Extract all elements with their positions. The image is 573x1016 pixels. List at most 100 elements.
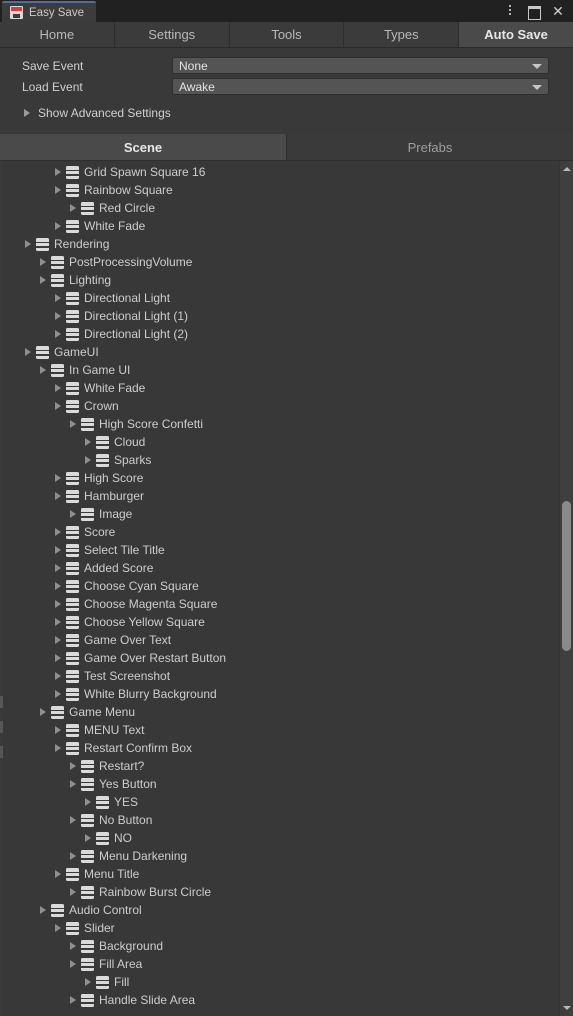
tree-row[interactable]: Rendering [0,235,559,253]
tree-row[interactable]: Game Over Restart Button [0,649,559,667]
tree-row[interactable]: Lighting [0,271,559,289]
expand-arrow-icon[interactable] [70,888,76,896]
tree-row[interactable]: Choose Yellow Square [0,613,559,631]
tab-auto-save[interactable]: Auto Save [459,22,573,47]
tree-row[interactable]: Grid Spawn Square 16 [0,163,559,181]
tree-row[interactable]: GameUI [0,343,559,361]
tree-row[interactable]: White Fade [0,379,559,397]
tree-row[interactable]: Test Screenshot [0,667,559,685]
expand-arrow-icon[interactable] [70,762,76,770]
scroll-down-icon[interactable] [560,1002,573,1015]
tree-row[interactable]: Directional Light [0,289,559,307]
tree-row[interactable]: Choose Cyan Square [0,577,559,595]
expand-arrow-icon[interactable] [55,330,61,338]
expand-arrow-icon[interactable] [55,924,61,932]
tree-row[interactable]: Menu Title [0,865,559,883]
tree-row[interactable]: Crown [0,397,559,415]
hierarchy-tree[interactable]: Grid Spawn Square 16 Rainbow Square Red Ci… [0,161,559,1016]
expand-arrow-icon[interactable] [40,276,46,284]
tree-row[interactable]: Image [0,505,559,523]
expand-arrow-icon[interactable] [55,582,61,590]
tree-row[interactable]: MENU Text [0,721,559,739]
tree-row[interactable]: Directional Light (1) [0,307,559,325]
expand-arrow-icon[interactable] [55,222,61,230]
expand-arrow-icon[interactable] [55,186,61,194]
expand-arrow-icon[interactable] [40,258,46,266]
expand-arrow-icon[interactable] [85,438,91,446]
expand-arrow-icon[interactable] [55,564,61,572]
tree-row[interactable]: Handle Slide Area [0,991,559,1009]
expand-arrow-icon[interactable] [55,546,61,554]
tree-row[interactable]: Fill Area [0,955,559,973]
expand-arrow-icon[interactable] [70,852,76,860]
expand-arrow-icon[interactable] [40,366,46,374]
expand-arrow-icon[interactable] [40,708,46,716]
expand-arrow-icon[interactable] [85,978,91,986]
tree-row[interactable]: High Score [0,469,559,487]
tree-row[interactable]: Score [0,523,559,541]
expand-arrow-icon[interactable] [70,960,76,968]
tree-row[interactable]: Background [0,937,559,955]
expand-arrow-icon[interactable] [25,240,31,248]
tree-row[interactable]: Rainbow Square [0,181,559,199]
scroll-up-icon[interactable] [560,162,573,175]
expand-arrow-icon[interactable] [55,690,61,698]
tree-row[interactable]: Choose Magenta Square [0,595,559,613]
load-event-dropdown[interactable]: Awake [172,78,549,95]
tree-row[interactable]: Game Menu [0,703,559,721]
expand-arrow-icon[interactable] [55,870,61,878]
expand-arrow-icon[interactable] [70,942,76,950]
expand-arrow-icon[interactable] [85,834,91,842]
expand-arrow-icon[interactable] [85,798,91,806]
tab-settings[interactable]: Settings [114,22,230,47]
expand-arrow-icon[interactable] [25,348,31,356]
more-options-icon[interactable] [503,4,517,18]
tree-row[interactable]: Red Circle [0,199,559,217]
tree-row[interactable]: Added Score [0,559,559,577]
expand-arrow-icon[interactable] [55,168,61,176]
maximize-icon[interactable] [527,4,541,20]
tree-row[interactable]: Menu Darkening [0,847,559,865]
close-icon[interactable]: ✕ [551,4,565,18]
window-tab-easy-save[interactable]: Easy Save [2,1,96,22]
tree-row[interactable]: Select Tile Title [0,541,559,559]
hierarchy-scrollbar[interactable] [559,161,573,1016]
tab-tools[interactable]: Tools [229,22,345,47]
tree-row[interactable]: No Button [0,811,559,829]
expand-arrow-icon[interactable] [55,474,61,482]
expand-arrow-icon[interactable] [55,618,61,626]
expand-arrow-icon[interactable] [40,906,46,914]
expand-arrow-icon[interactable] [70,204,76,212]
expand-arrow-icon[interactable] [55,654,61,662]
show-advanced-settings-foldout[interactable]: Show Advanced Settings [12,98,561,130]
tree-row[interactable]: Fill [0,973,559,991]
expand-arrow-icon[interactable] [55,744,61,752]
expand-arrow-icon[interactable] [55,636,61,644]
expand-arrow-icon[interactable] [55,600,61,608]
expand-arrow-icon[interactable] [70,816,76,824]
expand-arrow-icon[interactable] [70,420,76,428]
tree-row[interactable]: Restart Confirm Box [0,739,559,757]
tree-row[interactable]: Restart? [0,757,559,775]
tree-row[interactable]: Sparks [0,451,559,469]
scrollbar-thumb[interactable] [562,501,571,651]
tree-row[interactable]: Cloud [0,433,559,451]
tree-row[interactable]: NO [0,829,559,847]
tree-row[interactable]: White Fade [0,217,559,235]
tree-row[interactable]: PostProcessingVolume [0,253,559,271]
save-event-dropdown[interactable]: None [172,57,549,74]
tree-row[interactable]: White Blurry Background [0,685,559,703]
tree-row[interactable]: Rainbow Burst Circle [0,883,559,901]
tree-row[interactable]: YES [0,793,559,811]
expand-arrow-icon[interactable] [55,384,61,392]
expand-arrow-icon[interactable] [55,492,61,500]
tab-prefabs[interactable]: Prefabs [287,134,573,160]
tree-row[interactable]: High Score Confetti [0,415,559,433]
expand-arrow-icon[interactable] [70,996,76,1004]
expand-arrow-icon[interactable] [70,510,76,518]
expand-arrow-icon[interactable] [55,402,61,410]
expand-arrow-icon[interactable] [55,312,61,320]
expand-arrow-icon[interactable] [85,456,91,464]
tree-row[interactable]: Hamburger [0,487,559,505]
expand-arrow-icon[interactable] [70,780,76,788]
